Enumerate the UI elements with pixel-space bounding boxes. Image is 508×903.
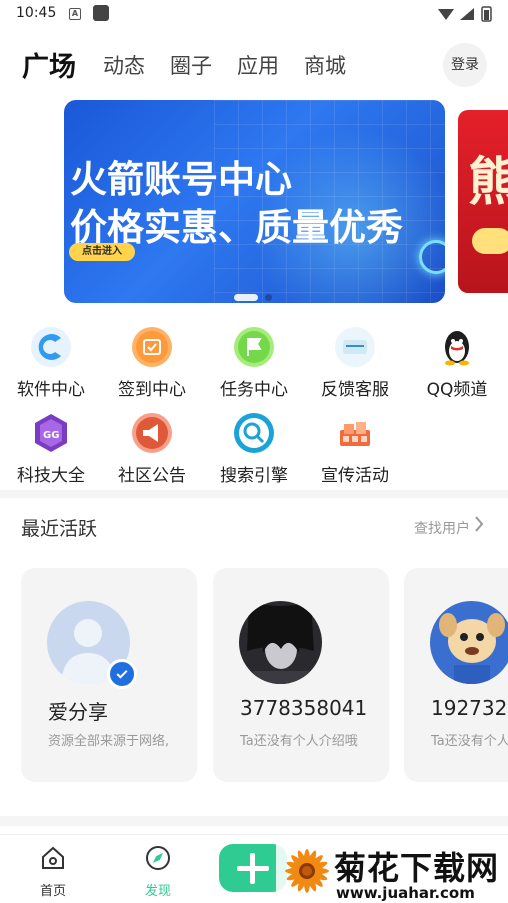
nav-home[interactable]: 首页 bbox=[23, 845, 83, 901]
next-slide-badge bbox=[472, 228, 508, 254]
grid-label: 任务中心 bbox=[220, 380, 288, 400]
check-in-icon bbox=[132, 327, 172, 367]
section-divider bbox=[0, 816, 508, 826]
grid-label: 软件中心 bbox=[17, 380, 85, 400]
nav-label: 首页 bbox=[39, 884, 66, 899]
carousel-indicator bbox=[234, 294, 284, 302]
avatar bbox=[430, 601, 508, 684]
carousel-dot[interactable] bbox=[265, 294, 272, 301]
carousel-dot-active bbox=[234, 294, 258, 301]
nav-label: 发现 bbox=[144, 884, 171, 899]
grid-item-software-center[interactable]: 软件中心 bbox=[1, 326, 101, 406]
banner-headline: 火箭账号中心 bbox=[70, 158, 292, 201]
software-center-icon bbox=[31, 327, 71, 367]
verified-badge-icon bbox=[107, 659, 137, 689]
grid-item-check-in[interactable]: 签到中心 bbox=[102, 326, 202, 406]
grid-item-search-engine[interactable]: 搜索引擎 bbox=[204, 412, 304, 492]
home-icon bbox=[42, 846, 64, 869]
chrysanthemum-logo-icon bbox=[285, 849, 329, 893]
tab-dynamics[interactable]: 动态 bbox=[103, 50, 145, 80]
find-user-link[interactable]: 查找用户 bbox=[414, 518, 470, 538]
user-name: 3778358041 bbox=[240, 696, 368, 720]
user-name: 1927325 bbox=[431, 696, 508, 720]
banner-next-slide[interactable]: 熊 bbox=[458, 110, 508, 293]
nav-discover[interactable]: 发现 bbox=[128, 845, 188, 901]
search-engine-icon bbox=[234, 413, 274, 453]
banner-cta-button[interactable]: 点击进入 bbox=[69, 243, 135, 261]
user-bio: Ta还没有个人介绍哦 bbox=[431, 734, 508, 749]
site-watermark: 菊花下载网 www.juahar.com bbox=[276, 840, 508, 903]
tab-mall[interactable]: 商城 bbox=[304, 50, 346, 80]
user-bio: Ta还没有个人介绍哦 bbox=[240, 734, 358, 749]
notification-a-icon: A bbox=[69, 8, 81, 20]
grid-label: 社区公告 bbox=[118, 466, 186, 486]
user-card[interactable]: 3778358041 Ta还没有个人介绍哦 bbox=[213, 568, 389, 782]
task-flag-icon bbox=[234, 327, 274, 367]
grid-label: 签到中心 bbox=[118, 380, 186, 400]
compass-icon bbox=[146, 846, 170, 870]
grid-item-feedback[interactable]: 反馈客服 bbox=[305, 326, 405, 406]
avatar bbox=[239, 601, 322, 684]
grid-label: 搜索引擎 bbox=[220, 466, 288, 486]
section-divider bbox=[0, 490, 508, 498]
tab-plaza[interactable]: 广场 bbox=[22, 45, 76, 84]
recent-active-title: 最近活跃 bbox=[21, 518, 98, 540]
grid-label: 科技大全 bbox=[17, 466, 85, 486]
megaphone-icon bbox=[132, 413, 172, 453]
user-name: 爱分享 bbox=[48, 700, 108, 724]
status-bar: 10:45 A bbox=[0, 0, 508, 30]
svg-text:GG: GG bbox=[43, 430, 59, 441]
grid-item-tech[interactable]: GG 科技大全 bbox=[1, 412, 101, 492]
grid-label: 宣传活动 bbox=[321, 466, 389, 486]
watermark-url: www.juahar.com bbox=[336, 884, 475, 902]
plus-icon-vertical bbox=[250, 853, 255, 884]
tab-circles[interactable]: 圈子 bbox=[170, 50, 212, 80]
grid-item-promotion[interactable]: 宣传活动 bbox=[305, 412, 405, 492]
tab-apps[interactable]: 应用 bbox=[237, 50, 279, 80]
grid-item-announcement[interactable]: 社区公告 bbox=[102, 412, 202, 492]
promotion-icon bbox=[340, 422, 370, 446]
feedback-icon bbox=[335, 327, 375, 367]
top-tab-bar: 广场 动态 圈子 应用 商城 登录 bbox=[0, 40, 508, 90]
gg-tech-icon: GG bbox=[35, 414, 67, 452]
user-bio: 资源全部来源于网络, bbox=[48, 734, 170, 749]
qq-penguin-icon bbox=[445, 331, 469, 366]
grid-item-task-center[interactable]: 任务中心 bbox=[204, 326, 304, 406]
grid-label: 反馈客服 bbox=[321, 380, 389, 400]
system-status-icons bbox=[438, 6, 492, 22]
banner-slide[interactable]: 火箭账号中心 价格实惠、质量优秀 点击进入 bbox=[64, 100, 445, 303]
grid-item-qq-channel[interactable]: QQ频道 bbox=[407, 326, 507, 406]
grid-label: QQ频道 bbox=[426, 380, 488, 400]
notification-square-icon bbox=[93, 5, 109, 21]
status-time: 10:45 bbox=[16, 5, 57, 21]
chevron-right-icon[interactable] bbox=[474, 515, 484, 533]
banner-coin-decoration bbox=[419, 240, 445, 274]
watermark-title: 菊花下载网 bbox=[334, 849, 500, 887]
login-button[interactable]: 登录 bbox=[443, 43, 487, 87]
user-card[interactable]: 1927325 Ta还没有个人介绍哦 bbox=[404, 568, 508, 782]
user-card[interactable]: 爱分享 资源全部来源于网络, bbox=[21, 568, 197, 782]
next-slide-text: 熊 bbox=[468, 153, 508, 213]
